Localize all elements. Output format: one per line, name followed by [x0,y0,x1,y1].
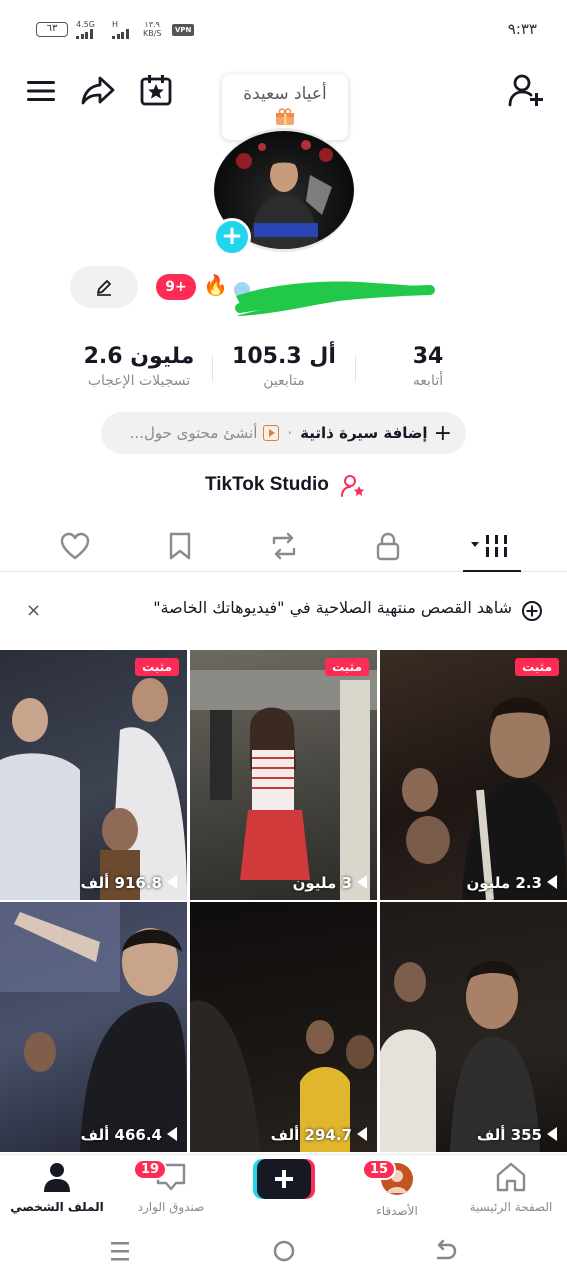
status-bar: ٦٣ 4.5G H ١٣.٩ KB/S VPN ٩:٣٣ [0,0,567,56]
lock-icon [376,532,400,561]
profile-icon [44,1163,70,1192]
bottom-navigation: الصفحة الرئيسية 15 الأصدقاء 19 صندوق الو… [0,1154,567,1222]
redacted-username [234,281,435,316]
nav-home-label: الصفحة الرئيسية [469,1200,553,1214]
bookmark-icon [169,532,191,560]
add-story-button[interactable]: + [213,218,251,256]
video-tile[interactable]: 355 ألف [380,902,567,1152]
play-icon [167,1127,177,1141]
clock: ٩:٣٣ [507,20,537,38]
notification-badge[interactable]: 9+ [156,274,196,300]
creator-star-icon [341,475,365,497]
signal-bars-icon [76,29,93,39]
recent-apps-icon[interactable] [108,1240,132,1262]
tiktok-studio-link[interactable]: TikTok Studio [205,474,329,496]
view-count: 2.3 مليون [466,874,557,892]
flame-icon: 🔥 [203,273,228,297]
active-tab-indicator [463,570,521,572]
vpn-icon: VPN [172,24,195,36]
following-count: 34 [412,344,444,369]
following-stat[interactable]: 34 أتابعه [378,344,478,389]
heart-icon [60,532,90,560]
play-icon [167,875,177,889]
video-tile[interactable]: مثبت 2.3 مليون [380,650,567,900]
menu-icon[interactable] [24,74,58,108]
signal-bars-icon [112,29,129,39]
followers-label: متابعين [263,373,305,389]
play-icon [547,875,557,889]
followers-stat[interactable]: 105.3 أل متابعين [224,344,344,389]
reposts-tab[interactable] [264,528,304,564]
repost-icon [272,532,296,560]
video-grid: مثبت 2.3 مليون مثبت 3 مليون مثبت 916.8 أ… [0,650,567,1154]
nav-profile[interactable]: الملف الشخصي [2,1161,112,1214]
play-icon [357,1127,367,1141]
plus-icon: + [433,420,452,446]
video-tile[interactable]: مثبت 3 مليون [190,650,377,900]
nav-profile-label: الملف الشخصي [10,1200,104,1214]
expired-stories-notice[interactable]: شاهد القصص منتهية الصلاحية في "فيديوهاتك… [0,586,567,634]
video-idea-icon [263,425,280,441]
view-count: 3 مليون [293,874,367,892]
holiday-banner-text: أعياد سعيدة [243,84,327,104]
add-bio-label: إضافة سيرة ذاتية [300,424,428,442]
friends-badge: 15 [362,1159,397,1180]
nav-inbox[interactable]: 19 صندوق الوارد [116,1159,226,1214]
nav-home[interactable]: الصفحة الرئيسية [456,1161,566,1214]
home-circle-icon[interactable] [272,1239,296,1263]
video-tile[interactable]: 466.4 ألف [0,902,187,1152]
grid-icon [471,535,507,557]
private-tab[interactable] [368,528,408,564]
videos-tab[interactable] [466,528,518,564]
view-count: 466.4 ألف [81,1126,177,1144]
create-plus-icon [253,1159,315,1199]
followers-count: 105.3 أل [232,344,336,369]
create-button[interactable] [253,1159,315,1199]
likes-label: تسجيلات الإعجاب [87,373,191,389]
view-count: 294.7 ألف [271,1126,367,1144]
network-indicator-2: H [112,20,129,41]
video-tile[interactable]: مثبت 916.8 ألف [0,650,187,900]
pinned-badge: مثبت [135,658,179,676]
inbox-badge: 19 [133,1159,168,1180]
close-icon[interactable]: × [26,600,41,621]
nav-friends-label: الأصدقاء [376,1204,418,1218]
calendar-star-icon[interactable] [138,72,174,108]
content-tabs [0,520,567,572]
video-tile[interactable]: 294.7 ألف [190,902,377,1152]
gift-icon [275,108,295,126]
back-icon[interactable] [434,1239,458,1263]
nav-inbox-label: صندوق الوارد [137,1200,205,1214]
notice-text: شاهد القصص منتهية الصلاحية في "فيديوهاتك… [153,598,512,617]
stat-divider [212,356,213,382]
likes-stat[interactable]: 2.6 مليون تسجيلات الإعجاب [70,344,208,389]
network-indicator-1: 4.5G [76,20,95,41]
play-icon [547,1127,557,1141]
home-icon [496,1162,526,1192]
separator-dot: · [287,424,293,442]
view-count: 916.8 ألف [81,874,177,892]
pinned-badge: مثبت [515,658,559,676]
share-icon[interactable] [80,72,116,108]
following-label: أتابعه [412,373,444,389]
add-bio-button[interactable]: + إضافة سيرة ذاتية · أنشئ محتوى حول... [101,412,466,454]
network-speed: ١٣.٩ KB/S [143,20,162,38]
stat-divider [355,356,356,382]
liked-tab[interactable] [55,528,95,564]
view-count: 355 ألف [477,1126,557,1144]
pinned-badge: مثبت [325,658,369,676]
add-friend-icon[interactable] [506,70,546,110]
system-navigation [0,1222,567,1280]
content-hint: أنشئ محتوى حول... [129,424,258,442]
pencil-icon [97,280,111,296]
likes-count: 2.6 مليون [83,344,195,369]
add-circle-icon [522,601,542,621]
play-icon [357,875,367,889]
favorites-tab[interactable] [160,528,200,564]
edit-profile-button[interactable] [70,266,138,308]
nav-friends[interactable]: 15 الأصدقاء [342,1159,452,1218]
battery-indicator: ٦٣ [36,22,68,37]
